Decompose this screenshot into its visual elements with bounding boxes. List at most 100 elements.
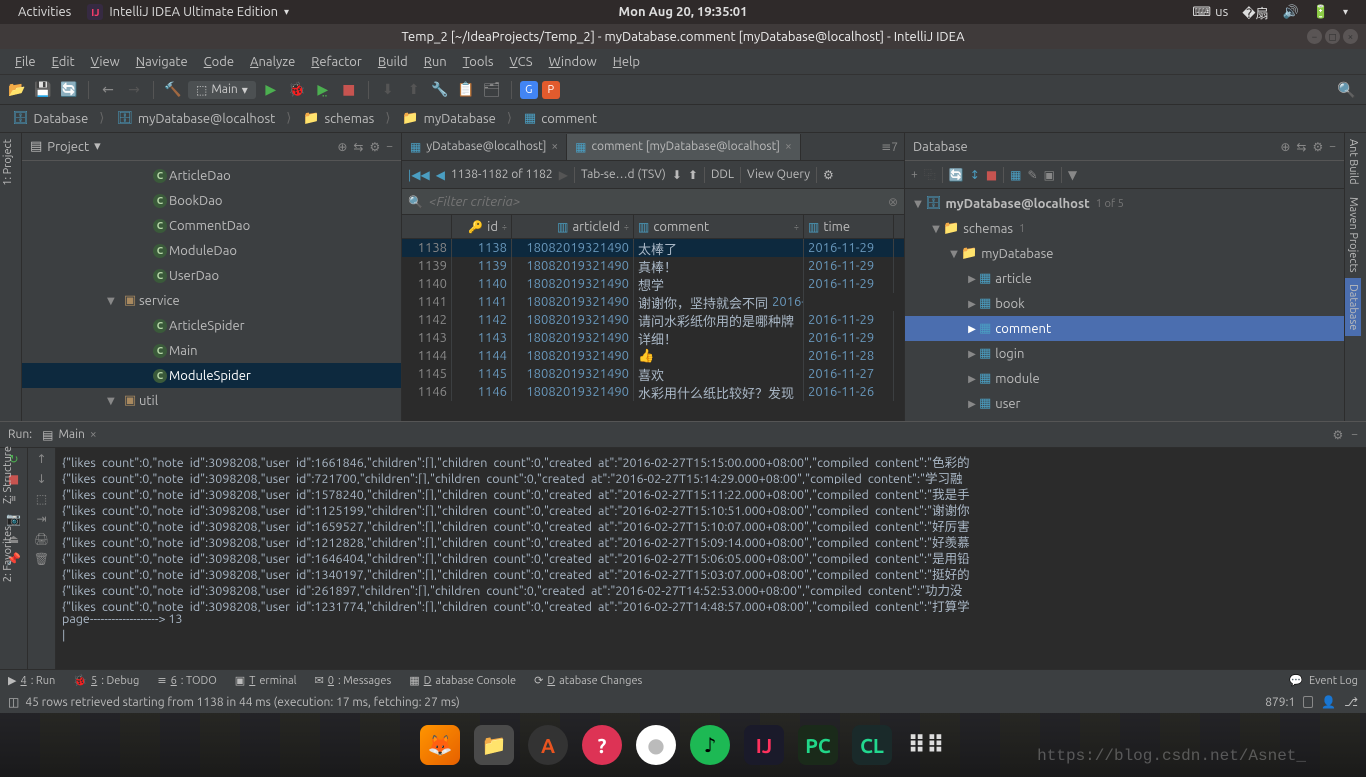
tree-item[interactable]: CMain (22, 338, 401, 363)
stop-icon[interactable]: ■ (338, 79, 360, 101)
chevron-down-icon[interactable]: ▾ (1343, 6, 1348, 18)
hide-icon[interactable]: − (386, 140, 393, 154)
tree-item[interactable]: ▼▣util (22, 388, 401, 413)
bottom-tool-terminal[interactable]: ▣Terminal (235, 674, 297, 687)
settings-icon[interactable]: 📋 (455, 79, 477, 101)
table-row[interactable]: 1140114018082019321490想学2016-11-29 (402, 275, 904, 293)
tree-item[interactable]: CUserDao (22, 263, 401, 288)
gear-icon[interactable]: ⚙ (1312, 140, 1323, 154)
volume-icon[interactable]: 🔊 (1283, 5, 1299, 20)
tree-item[interactable]: CArticleSpider (22, 313, 401, 338)
up-icon[interactable]: ↑ (36, 452, 46, 466)
coverage-icon[interactable]: ▶̤ (312, 79, 334, 101)
tree-item[interactable]: CArticleDao (22, 163, 401, 188)
lock-icon[interactable] (1303, 696, 1313, 708)
prev-page-icon[interactable]: ◀ (436, 168, 445, 182)
refresh-icon[interactable]: 🔄 (949, 168, 964, 182)
g-icon[interactable]: G (520, 81, 538, 99)
wrap-icon[interactable]: ⬚ (36, 492, 47, 506)
bottom-tool-run[interactable]: ▶4: Run (8, 674, 55, 687)
editor-tab[interactable]: ▦comment [myDatabase@localhost]× (567, 134, 801, 160)
wrench-icon[interactable]: 🔧 (429, 79, 451, 101)
dock-spotify[interactable]: ♪ (690, 725, 730, 765)
activities-button[interactable]: Activities (18, 5, 71, 19)
db-tree-item[interactable]: ▼📁myDatabase (905, 241, 1344, 266)
upload-icon[interactable]: ⬆ (688, 168, 698, 182)
caret-position[interactable]: 879:1 (1265, 696, 1295, 709)
tree-item[interactable]: CModuleDao (22, 238, 401, 263)
project-tool-button[interactable]: 1: Project (0, 133, 16, 192)
db-tree-item[interactable]: ▶▦login (905, 341, 1344, 366)
dock-firefox[interactable]: 🦊 (420, 725, 460, 765)
event-log-button[interactable]: Event Log (1309, 675, 1358, 687)
menu-view[interactable]: View (84, 53, 127, 71)
table-row[interactable]: 1139113918082019321490真棒！2016-11-29 (402, 257, 904, 275)
back-icon[interactable]: ← (97, 79, 119, 101)
first-page-icon[interactable]: |◀◀ (408, 168, 430, 182)
ddl-button[interactable]: DDL (711, 168, 734, 181)
wifi-icon[interactable]: �扇 (1242, 3, 1268, 22)
minimize-button[interactable]: − (1307, 29, 1322, 44)
bottom-tool-databasechanges[interactable]: ⟳Database Changes (534, 674, 642, 687)
db-tree-item[interactable]: ▶▦book (905, 291, 1344, 316)
menu-run[interactable]: Run (417, 53, 454, 71)
sync-icon[interactable]: 🔄 (58, 79, 80, 101)
menu-build[interactable]: Build (371, 53, 415, 71)
data-grid[interactable]: 🔑id÷ ▥articleId÷ ▥comment÷ ▥time 1138113… (402, 215, 904, 421)
bottom-tool-debug[interactable]: 🐞5: Debug (73, 674, 139, 687)
menu-navigate[interactable]: Navigate (129, 53, 195, 71)
breadcrumb[interactable]: ▦comment (518, 111, 603, 126)
debug-icon[interactable]: 🐞 (286, 79, 308, 101)
bottom-tool-databaseconsole[interactable]: ▦Database Console (409, 674, 516, 687)
bottom-tool-messages[interactable]: ✉0: Messages (315, 674, 392, 687)
right-tool-button[interactable]: Maven Projects (1345, 191, 1361, 279)
close-button[interactable]: × (1343, 29, 1358, 44)
clear-icon[interactable]: 🗑 (34, 552, 49, 566)
menu-help[interactable]: Help (606, 53, 647, 71)
breadcrumb[interactable]: 🗄myDatabase@localhost (110, 111, 297, 126)
db-tree-item[interactable]: ▶▦article (905, 266, 1344, 291)
save-all-icon[interactable]: 💾 (32, 79, 54, 101)
dock-intellij[interactable]: IJ (744, 725, 784, 765)
dock-apps[interactable]: ⠿⠿ (906, 725, 946, 765)
dock-chrome[interactable]: ● (636, 725, 676, 765)
menu-vcs[interactable]: VCS (503, 53, 540, 71)
hide-icon[interactable]: − (1351, 428, 1358, 442)
menu-tools[interactable]: Tools (456, 53, 501, 71)
battery-icon[interactable]: 🔋 (1313, 5, 1329, 20)
table-row[interactable]: 1141114118082019321490谢谢你，坚持就会不同2016-11-… (402, 293, 904, 311)
db-tree-item[interactable]: ▼📁schemas1 (905, 216, 1344, 241)
tool-window-toggle-icon[interactable]: ◫ (8, 695, 19, 709)
tree-item[interactable]: ▼▣service (22, 288, 401, 313)
duplicate-icon[interactable]: ⿻ (924, 166, 936, 183)
table-row[interactable]: 1138113818082019321490太棒了2016-11-29 (402, 239, 904, 257)
db-tree-item[interactable]: ▶▦module (905, 366, 1344, 391)
tree-item[interactable]: CCommentDao (22, 213, 401, 238)
down-icon[interactable]: ↓ (36, 472, 46, 486)
dock-software[interactable]: A (528, 725, 568, 765)
menu-window[interactable]: Window (542, 53, 604, 71)
scroll-icon[interactable]: ⇥ (36, 512, 46, 526)
tab-list-icon[interactable]: ≡7 (881, 141, 898, 154)
dock-help[interactable]: ? (582, 725, 622, 765)
table-row[interactable]: 1144114418082019321490👍2016-11-28 (402, 347, 904, 365)
tree-item[interactable]: CModuleSpider (22, 363, 401, 388)
filter-input[interactable] (429, 194, 882, 209)
menu-code[interactable]: Code (197, 53, 241, 71)
download-icon[interactable]: ⬇ (672, 168, 682, 182)
breadcrumb[interactable]: 📁schemas (297, 111, 396, 126)
maximize-button[interactable]: ◻ (1325, 29, 1340, 44)
run-tab[interactable]: ▤ Main × (42, 428, 97, 442)
clear-filter-icon[interactable]: ⊗ (888, 195, 898, 209)
search-icon[interactable]: 🔍 (1337, 81, 1360, 99)
menu-refactor[interactable]: Refactor (304, 53, 369, 71)
edit-icon[interactable]: ✎ (1028, 168, 1038, 182)
menu-analyze[interactable]: Analyze (243, 53, 302, 71)
vcs-commit-icon[interactable]: ⬆ (403, 79, 425, 101)
left-tool-button[interactable]: Z: Structure (0, 440, 16, 510)
collapse-icon[interactable]: ⇆ (353, 140, 363, 154)
app-menu[interactable]: IJ IntelliJ IDEA Ultimate Edition ▾ (87, 4, 289, 20)
dock-files[interactable]: 📁 (474, 725, 514, 765)
target-icon[interactable]: ⊕ (337, 140, 347, 154)
table-row[interactable]: 1145114518082019321490喜欢2016-11-27 (402, 365, 904, 383)
